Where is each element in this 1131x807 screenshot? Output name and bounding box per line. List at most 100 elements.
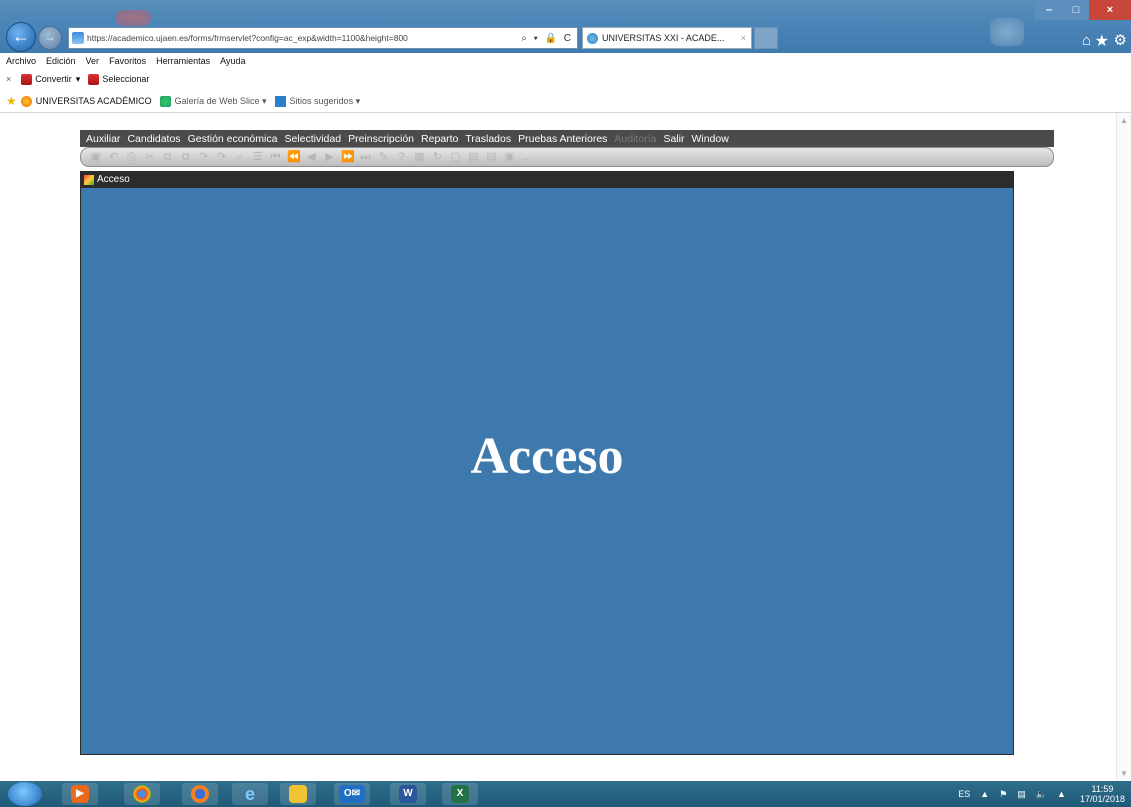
taskbar-clock[interactable]: 11:59 17/01/2018 <box>1080 784 1125 804</box>
tab-favicon-icon <box>587 32 598 44</box>
forward-button[interactable]: → <box>38 26 62 50</box>
excel-icon: X <box>451 785 469 803</box>
toolbar-next-record-icon: ▶ <box>325 150 334 163</box>
forms-menu-window[interactable]: Window <box>691 133 728 145</box>
select-button[interactable]: Seleccionar <box>102 74 149 84</box>
taskbar-app-excel[interactable]: X <box>442 783 478 805</box>
menu-ayuda[interactable]: Ayuda <box>220 56 245 66</box>
toolbar-document-icon: ▤ <box>486 150 497 163</box>
forms-menu-auxiliar[interactable]: Auxiliar <box>86 133 120 145</box>
gear-icon[interactable]: ⚙ <box>1114 31 1127 49</box>
favorite-sitios[interactable]: Sitios sugeridos ▾ <box>274 95 361 107</box>
toolbar-window-icon: ▢ <box>450 150 461 163</box>
scroll-down-icon[interactable]: ▼ <box>1120 769 1128 778</box>
taskbar-app-outlook[interactable]: O✉ <box>334 783 370 805</box>
drive-icon[interactable]: ▲ <box>1057 789 1066 799</box>
toolbar-more-icon: … <box>522 150 533 163</box>
commandbar-close-icon[interactable]: × <box>6 74 11 84</box>
menu-edicion[interactable]: Edición <box>46 56 76 66</box>
forms-menu-preinscripcion[interactable]: Preinscripción <box>348 133 414 145</box>
taskbar-app-media[interactable]: ▶ <box>62 783 98 805</box>
menu-herramientas[interactable]: Herramientas <box>156 56 210 66</box>
start-button[interactable] <box>8 782 42 806</box>
toolbar-last-record-icon: ⏭ <box>360 150 371 163</box>
show-hidden-icons-icon[interactable]: ▲ <box>980 789 989 799</box>
toolbar-prev-record-icon: ◀ <box>307 150 316 163</box>
toolbar-exit-icon: ▣ <box>504 150 515 163</box>
toolbar-calendar-icon: ▤ <box>468 150 479 163</box>
media-player-icon: ▶ <box>71 785 89 803</box>
favorite-webslice[interactable]: Galería de Web Slice ▾ <box>159 95 267 107</box>
chrome-icon <box>133 785 151 803</box>
firefox-icon <box>191 785 209 803</box>
home-icon[interactable]: ⌂ <box>1082 32 1091 49</box>
toolbar-cut-icon: ✂ <box>144 150 155 163</box>
favorite-universitas[interactable]: UNIVERSITAS ACADÉMICO <box>20 95 152 107</box>
taskbar-app-word[interactable]: W <box>390 783 426 805</box>
forms-menu-candidatos[interactable]: Candidatos <box>127 133 180 145</box>
browser-menubar: Archivo Edición Ver Favoritos Herramient… <box>0 53 1131 68</box>
menu-archivo[interactable]: Archivo <box>6 56 36 66</box>
toolbar-paste-icon: ⧉ <box>181 150 190 163</box>
favorites-star-icon[interactable]: ★ <box>6 94 17 108</box>
menu-favoritos[interactable]: Favoritos <box>109 56 146 66</box>
browser-titlebar: ← → https://academico.ujaen.es/forms/frm… <box>0 0 1131 53</box>
webslice-icon <box>159 95 171 107</box>
site-favicon-icon <box>72 32 84 44</box>
favorite-sitios-label: Sitios sugeridos ▾ <box>289 95 361 106</box>
toolbar-print-icon: ⎙ <box>127 150 136 163</box>
close-window-button[interactable]: × <box>1089 0 1131 20</box>
forms-menu-selectividad[interactable]: Selectividad <box>284 133 341 145</box>
acceso-window-titlebar[interactable]: Acceso <box>81 172 1013 188</box>
maximize-button[interactable]: □ <box>1063 0 1089 20</box>
page-scrollbar[interactable]: ▲ ▼ <box>1116 113 1131 781</box>
menu-ver[interactable]: Ver <box>86 56 100 66</box>
taskbar-app-firefox[interactable] <box>182 783 218 805</box>
toolbar-list-icon: ☰ <box>252 150 263 163</box>
word-icon: W <box>399 785 417 803</box>
toolbar-execute-query-icon: ↷ <box>216 150 227 163</box>
toolbar-search-icon: ⌕ <box>236 150 243 163</box>
taskbar-app-ie[interactable]: e <box>232 783 268 805</box>
toolbar-grid-icon: ▦ <box>414 150 425 163</box>
back-button[interactable]: ← <box>6 22 36 52</box>
volume-icon[interactable]: 🔈 <box>1036 789 1047 800</box>
internet-explorer-icon: e <box>244 784 255 804</box>
toolbar-refresh-icon: ↻ <box>432 150 443 163</box>
convert-dropdown-icon[interactable]: ▾ <box>76 74 81 85</box>
taskbar-app-chrome[interactable] <box>124 783 160 805</box>
network-icon[interactable]: ▤ <box>1017 789 1026 800</box>
new-tab-button[interactable] <box>754 27 778 49</box>
toolbar-copy-icon: ⧉ <box>163 150 172 163</box>
tab-close-button[interactable]: × <box>741 33 751 43</box>
forms-toolbar: ▣ ↶ ⎙ ✂ ⧉ ⧉ ↷ ↷ ⌕ ☰ ⏮ ⏪ ◀ ▶ ⏩ ⏭ ✎ ? ▦ ↻ … <box>80 147 1054 167</box>
taskbar-app-explorer[interactable] <box>280 783 316 805</box>
toolbar-first-record-icon: ⏮ <box>270 150 281 163</box>
toolbar-enter-query-icon: ↷ <box>198 150 209 163</box>
minimize-button[interactable]: – <box>1035 0 1063 20</box>
outlook-icon: O✉ <box>339 785 365 803</box>
forms-menu-traslados[interactable]: Traslados <box>465 133 511 145</box>
language-indicator[interactable]: ES <box>958 789 970 799</box>
address-bar[interactable]: https://academico.ujaen.es/forms/frmserv… <box>68 27 578 49</box>
browser-tab[interactable]: UNIVERSITAS XXI - ACADE... × <box>582 27 752 49</box>
address-controls[interactable]: ⌕ ▾ 🔒 C <box>517 33 577 44</box>
titlebar-decoration <box>115 10 151 26</box>
toolbar-help-icon: ? <box>398 150 405 163</box>
windows-taskbar: ▶ e O✉ W X ES ▲ ⚑ ▤ 🔈 ▲ 11:59 17/01/2018 <box>0 781 1131 807</box>
favorites-star-icon[interactable]: ★ <box>1095 31 1109 51</box>
toolbar-edit-icon: ✎ <box>378 150 389 163</box>
forms-menu-gestion-economica[interactable]: Gestión económica <box>188 133 278 145</box>
address-url[interactable]: https://academico.ujaen.es/forms/frmserv… <box>87 33 517 43</box>
acceso-heading: Acceso <box>470 428 624 485</box>
scroll-up-icon[interactable]: ▲ <box>1120 116 1128 125</box>
action-center-flag-icon[interactable]: ⚑ <box>999 789 1007 800</box>
acceso-window-title: Acceso <box>97 174 130 185</box>
forms-menu-pruebas-anteriores[interactable]: Pruebas Anteriores <box>518 133 607 145</box>
command-bar: × Convertir ▾ Seleccionar <box>0 70 1131 88</box>
favorite-universitas-label: UNIVERSITAS ACADÉMICO <box>35 96 152 106</box>
window-icon <box>84 175 94 185</box>
forms-menu-salir[interactable]: Salir <box>663 133 684 145</box>
convert-button[interactable]: Convertir <box>35 74 72 84</box>
forms-menu-reparto[interactable]: Reparto <box>421 133 458 145</box>
